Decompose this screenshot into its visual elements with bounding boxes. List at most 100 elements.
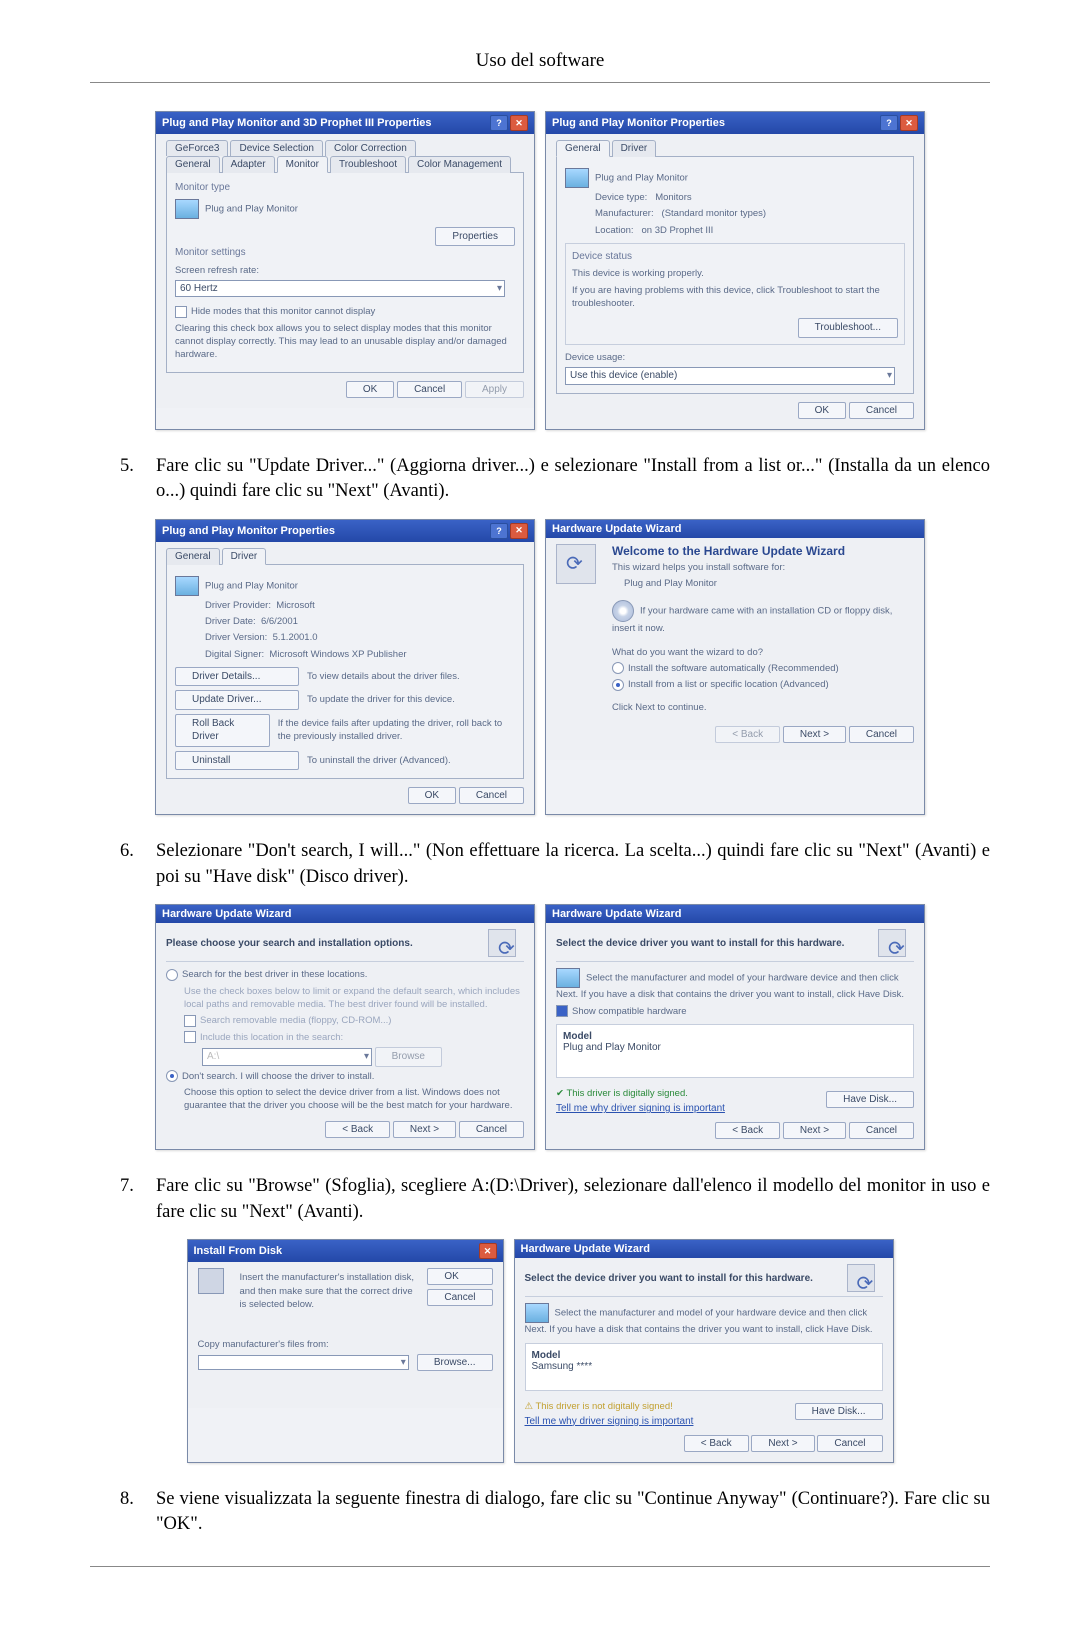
help-icon[interactable]: ? (880, 115, 898, 131)
select-desc: Select the manufacturer and model of you… (556, 973, 904, 1000)
wizard-icon (488, 929, 516, 957)
refresh-dropdown[interactable]: 60 Hertz (175, 280, 505, 298)
cancel-button[interactable]: Cancel (849, 402, 914, 419)
back-button[interactable]: < Back (684, 1435, 749, 1452)
update-driver-button[interactable]: Update Driver... (175, 690, 299, 710)
cancel-button[interactable]: Cancel (817, 1435, 882, 1452)
sign-value: Microsoft Windows XP Publisher (269, 649, 406, 660)
step-text: Fare clic su "Browse" (Sfoglia), sceglie… (156, 1174, 990, 1225)
select-desc: Select the manufacturer and model of you… (525, 1308, 873, 1335)
monitor-settings-label: Monitor settings (175, 246, 515, 260)
cancel-button[interactable]: Cancel (427, 1289, 492, 1306)
dialog-title: Plug and Play Monitor Properties (162, 525, 335, 537)
ok-button[interactable]: OK (408, 787, 456, 804)
radio-search[interactable] (166, 969, 178, 981)
wizard-icon (878, 929, 906, 957)
tab-color-corr[interactable]: Color Correction (325, 140, 416, 156)
tab-general[interactable]: General (556, 140, 610, 157)
devtype-label: Device type: (595, 192, 647, 203)
status-text1: This device is working properly. (572, 267, 898, 280)
model-item[interactable]: Samsung **** (532, 1361, 876, 1372)
monitor-name: Plug and Play Monitor (205, 203, 298, 214)
monitor-icon (175, 576, 199, 596)
wizard-head: Please choose your search and installati… (166, 938, 413, 949)
dialog-pnp-properties: Plug and Play Monitor Properties ?✕ Gene… (545, 111, 925, 430)
help-icon[interactable]: ? (490, 523, 508, 539)
status-text2: If you are having problems with this dev… (572, 284, 898, 311)
monitor-name: Plug and Play Monitor (595, 173, 688, 184)
cancel-button[interactable]: Cancel (849, 726, 914, 743)
tab-adapter[interactable]: Adapter (222, 156, 275, 173)
usage-label: Device usage: (565, 351, 905, 364)
have-disk-button[interactable]: Have Disk... (795, 1403, 883, 1420)
refresh-label: Screen refresh rate: (175, 264, 515, 277)
radio-auto[interactable] (612, 662, 624, 674)
checkbox-include (184, 1031, 196, 1043)
path-dropdown[interactable] (198, 1355, 409, 1370)
tab-general[interactable]: General (166, 156, 220, 173)
tab-troubleshoot[interactable]: Troubleshoot (330, 156, 406, 173)
signing-link[interactable]: Tell me why driver signing is important (525, 1416, 694, 1427)
tab-device-sel[interactable]: Device Selection (230, 140, 322, 156)
radio-list[interactable] (612, 679, 624, 691)
next-button[interactable]: Next > (393, 1121, 456, 1138)
divider (90, 82, 990, 83)
usage-dropdown[interactable]: Use this device (enable) (565, 367, 895, 385)
devtype-value: Monitors (655, 192, 691, 203)
dialog-title: Install From Disk (194, 1245, 283, 1257)
driver-details-button[interactable]: Driver Details... (175, 667, 299, 687)
prov-value: Microsoft (276, 600, 315, 611)
close-icon[interactable]: ✕ (900, 115, 918, 131)
checkbox-removable (184, 1015, 196, 1027)
wizard-continue: Click Next to continue. (612, 701, 914, 714)
tab-geforce[interactable]: GeForce3 (166, 140, 228, 156)
wizard-welcome: Welcome to the Hardware Update Wizard (612, 544, 914, 558)
have-disk-button[interactable]: Have Disk... (826, 1091, 914, 1108)
dialog-title: Plug and Play Monitor Properties (552, 117, 725, 129)
help-icon[interactable]: ? (490, 115, 508, 131)
cancel-button[interactable]: Cancel (459, 1121, 524, 1138)
signed-label: This driver is digitally signed. (566, 1088, 687, 1099)
tab-color-mgmt[interactable]: Color Management (408, 156, 511, 173)
close-icon[interactable]: ✕ (510, 523, 528, 539)
tab-general[interactable]: General (166, 548, 220, 565)
loc-label: Location: (595, 225, 634, 236)
radio-dont-search[interactable] (166, 1070, 178, 1082)
back-button[interactable]: < Back (715, 1122, 780, 1139)
ok-button[interactable]: OK (346, 381, 394, 398)
ver-value: 5.1.2001.0 (273, 632, 318, 643)
dialog-title: Hardware Update Wizard (162, 908, 292, 920)
tab-driver[interactable]: Driver (612, 140, 657, 157)
cd-icon (612, 600, 634, 622)
step-text: Se viene visualizzata la seguente finest… (156, 1487, 990, 1538)
next-button[interactable]: Next > (751, 1435, 814, 1452)
troubleshoot-button[interactable]: Troubleshoot... (798, 318, 898, 338)
tab-monitor[interactable]: Monitor (277, 156, 328, 173)
hide-modes-checkbox[interactable] (175, 306, 187, 318)
cancel-button[interactable]: Cancel (459, 787, 524, 804)
ok-button[interactable]: OK (798, 402, 846, 419)
ok-button[interactable]: OK (427, 1268, 492, 1285)
model-item[interactable]: Plug and Play Monitor (563, 1042, 907, 1053)
browse-button[interactable]: Browse... (417, 1354, 493, 1371)
date-label: Driver Date: (205, 616, 256, 627)
tab-driver[interactable]: Driver (222, 548, 267, 565)
signing-link[interactable]: Tell me why driver signing is important (556, 1103, 725, 1114)
close-icon[interactable]: ✕ (510, 115, 528, 131)
step-text: Fare clic su "Update Driver..." (Aggiorn… (156, 454, 990, 505)
dialog-install-from-disk: Install From Disk ✕ Insert the manufactu… (187, 1239, 504, 1463)
properties-button[interactable]: Properties (435, 227, 515, 247)
radio-search-label: Search for the best driver in these loca… (182, 969, 367, 980)
checkbox-removable-label: Search removable media (floppy, CD-ROM..… (200, 1015, 391, 1026)
checkbox-compatible[interactable] (556, 1005, 568, 1017)
close-icon[interactable]: ✕ (479, 1243, 497, 1259)
cancel-button[interactable]: Cancel (849, 1122, 914, 1139)
uninstall-button[interactable]: Uninstall (175, 751, 299, 771)
cancel-button[interactable]: Cancel (397, 381, 462, 398)
next-button[interactable]: Next > (783, 1122, 846, 1139)
back-button[interactable]: < Back (325, 1121, 390, 1138)
dialog-monitor-properties: Plug and Play Monitor and 3D Prophet III… (155, 111, 535, 430)
rollback-button[interactable]: Roll Back Driver (175, 714, 270, 747)
wizard-icon (847, 1264, 875, 1292)
next-button[interactable]: Next > (783, 726, 846, 743)
